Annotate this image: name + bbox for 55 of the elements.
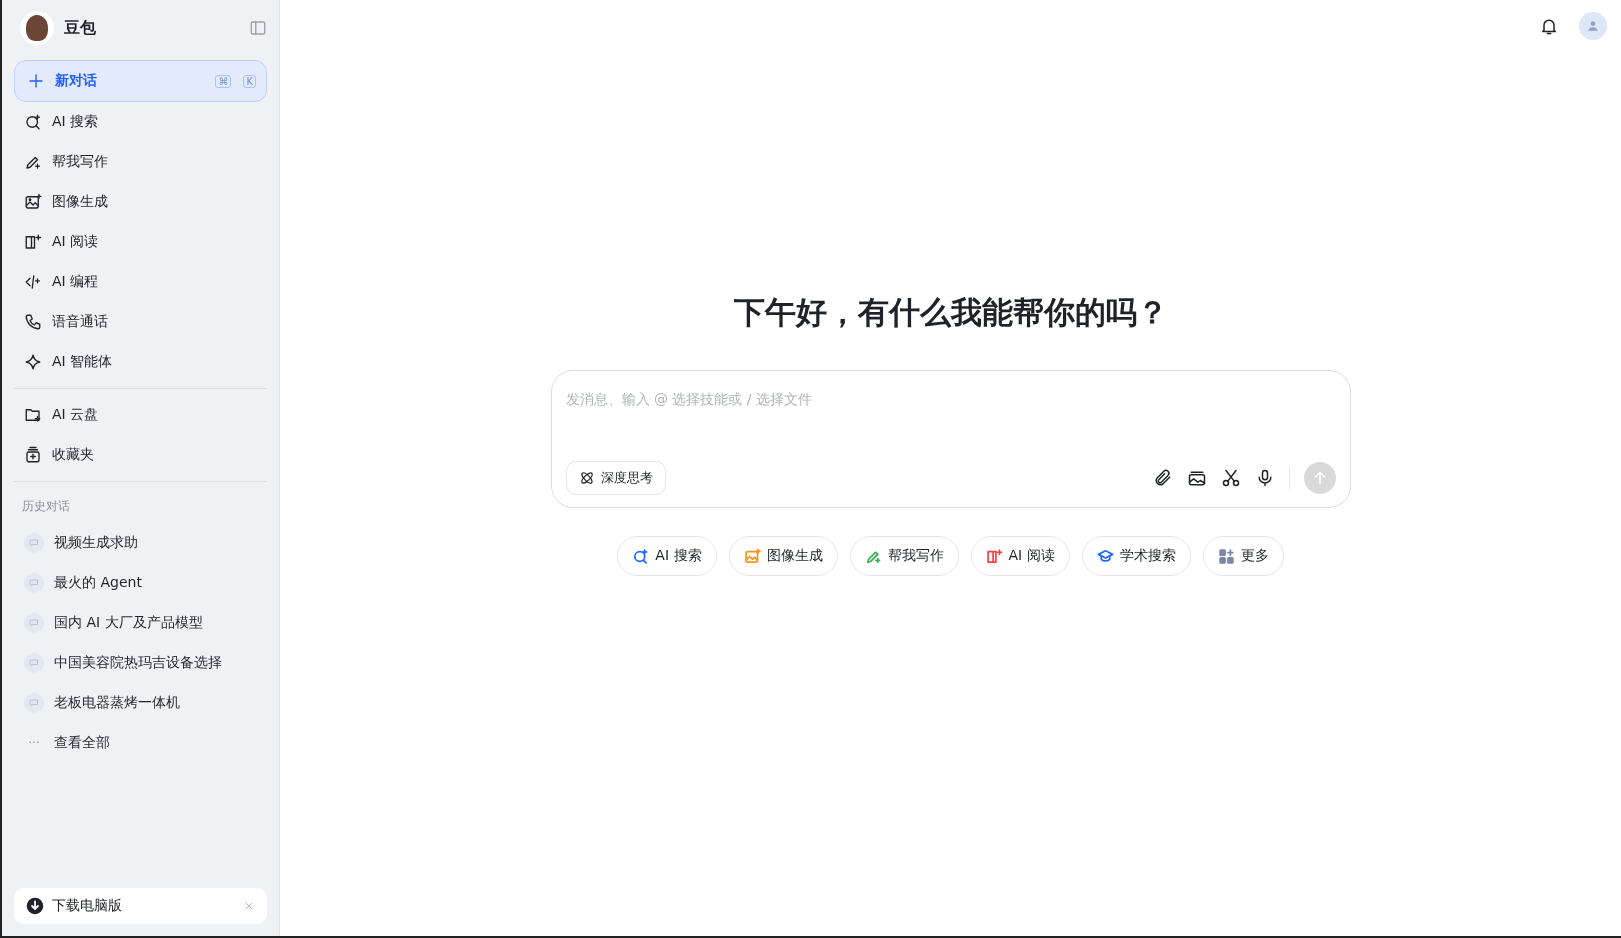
phone-icon <box>24 313 42 331</box>
image-icon <box>24 193 42 211</box>
deep-think-button[interactable]: 深度思考 <box>565 461 666 495</box>
chat-bubble-icon <box>28 657 40 669</box>
paperclip-icon <box>1152 468 1173 488</box>
skill-chip[interactable]: AI 阅读 <box>970 536 1070 576</box>
download-icon <box>26 897 44 915</box>
shortcut-key: K <box>243 74 256 88</box>
folder-icon <box>24 406 42 424</box>
nav-item[interactable]: 收藏夹 <box>14 435 267 475</box>
history-item[interactable]: 视频生成求助 <box>14 523 267 563</box>
sparkle-icon <box>24 353 42 371</box>
nav-item[interactable]: AI 智能体 <box>14 342 267 382</box>
nav-item[interactable]: 图像生成 <box>14 182 267 222</box>
user-avatar[interactable] <box>1579 12 1607 40</box>
plus-icon <box>27 72 45 90</box>
chat-bubble-icon <box>28 577 40 589</box>
box-icon <box>24 446 42 464</box>
message-input[interactable]: 发消息、输入 @ 选择技能或 / 选择文件 <box>565 387 1336 411</box>
skill-chip[interactable]: 帮我写作 <box>849 536 959 576</box>
sparkle-search-icon <box>24 113 42 131</box>
sidebar-toggle-icon <box>249 19 267 37</box>
app-name: 豆包 <box>64 17 97 39</box>
nav-item[interactable]: AI 云盘 <box>14 395 267 435</box>
history-item[interactable]: 中国美容院热玛吉设备选择 <box>14 643 267 683</box>
view-all-link[interactable]: ··· 查看全部 <box>14 723 267 763</box>
skill-chip[interactable]: 图像生成 <box>728 536 838 576</box>
person-icon <box>1586 19 1600 33</box>
shortcut-key: ⌘ <box>215 74 232 88</box>
section-title: 历史对话 <box>21 498 71 515</box>
photos-icon <box>1186 468 1207 488</box>
code-icon <box>24 273 42 291</box>
skill-chip[interactable]: AI 搜索 <box>617 536 717 576</box>
new-chat-button[interactable]: 新对话 ⌘ K <box>14 60 267 102</box>
chat-bubble-icon <box>28 697 40 709</box>
scissors-icon <box>1220 468 1241 488</box>
history-item[interactable]: 老板电器蒸烤一体机 <box>14 683 267 723</box>
skill-chip[interactable]: 学术搜索 <box>1081 536 1191 576</box>
history-item[interactable]: 最火的 Agent <box>14 563 267 603</box>
history-item[interactable]: 国内 AI 大厂及产品模型 <box>14 603 267 643</box>
nav-item[interactable]: 语音通话 <box>14 302 267 342</box>
book-icon <box>24 233 42 251</box>
avatar <box>20 11 54 45</box>
greeting: 下午好，有什么我能帮你的吗？ <box>733 293 1168 332</box>
chat-bubble-icon <box>28 537 40 549</box>
send-button[interactable] <box>1303 462 1336 494</box>
nav-item[interactable]: 帮我写作 <box>14 142 267 182</box>
skill-chip[interactable]: 更多 <box>1202 536 1284 576</box>
download-banner[interactable]: 下载电脑版 <box>14 888 267 924</box>
chat-bubble-icon <box>28 617 40 629</box>
nav-item[interactable]: AI 编程 <box>14 262 267 302</box>
atom-icon <box>578 470 595 486</box>
close-icon <box>243 900 255 912</box>
nav-item[interactable]: AI 阅读 <box>14 222 267 262</box>
nav-item[interactable]: AI 搜索 <box>14 102 267 142</box>
